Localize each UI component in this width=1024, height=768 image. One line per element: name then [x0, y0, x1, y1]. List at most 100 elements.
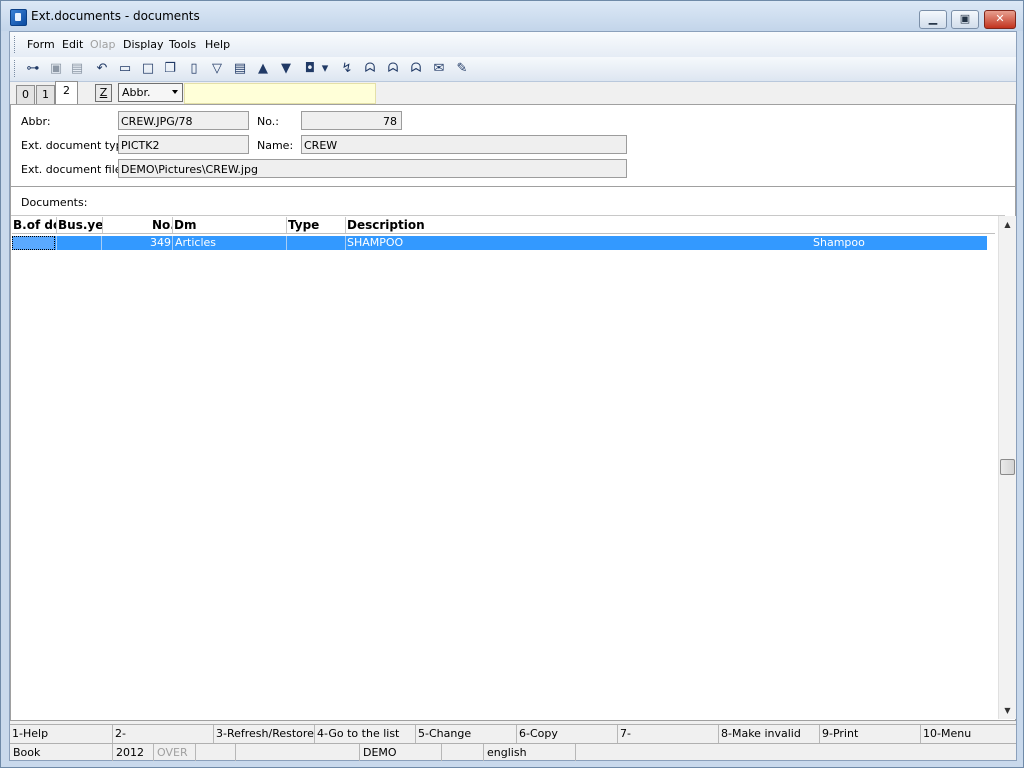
undo-icon[interactable]: ↶ [93, 60, 111, 78]
column-divider[interactable] [286, 217, 287, 233]
sort-combo-value: Abbr. [122, 86, 151, 99]
col-no-header[interactable]: No. [152, 218, 172, 232]
cell-divider [172, 236, 173, 250]
tab-0[interactable]: 0 [16, 85, 35, 104]
chevron-down-icon [172, 90, 178, 94]
filter-list-icon[interactable]: ▤ [231, 60, 249, 78]
ext-doc-file-field[interactable]: DEMO\Pictures\CREW.jpg [118, 159, 627, 178]
menu-help[interactable]: Help [205, 38, 230, 51]
status-database: DEMO [360, 744, 442, 761]
title-bar[interactable]: Ext.documents - documents ▁ ▣ ✕ [1, 1, 1023, 31]
status-year: 2012 [113, 744, 154, 761]
abbr-field[interactable]: CREW.JPG/78 [118, 111, 249, 130]
toolbar: ⊶ ▣ ▤ ↶ ▭ □ ❐ ▯ ▽ ▤ ▲ ▼ ◘ ▾ ↯ ᗣ ᗣ ᗣ ✉ ✎ [10, 57, 1016, 82]
cell-no[interactable]: 349 [103, 236, 171, 250]
toolbar-grip[interactable] [14, 60, 18, 77]
save-as-icon[interactable]: ▤ [68, 60, 86, 78]
menu-tools[interactable]: Tools [169, 38, 196, 51]
status-mode: OVER [154, 744, 196, 761]
abbr-label: Abbr: [21, 115, 51, 128]
close-button[interactable]: ✕ [984, 10, 1016, 29]
column-divider[interactable] [56, 217, 57, 233]
sort-combo[interactable]: Abbr. [118, 83, 183, 102]
cell-description[interactable]: SHAMPOO [347, 236, 647, 250]
cell-divider [286, 236, 287, 250]
tab-1[interactable]: 1 [36, 85, 55, 104]
arrow-down-icon[interactable]: ▼ [277, 60, 295, 78]
fkey-2[interactable]: 2- [113, 725, 214, 743]
cell-bofd[interactable] [12, 236, 55, 250]
search-input[interactable] [184, 83, 376, 104]
copy-icon[interactable]: ❐ [161, 60, 179, 78]
arrow-up-icon[interactable]: ▲ [254, 60, 272, 78]
vertical-scrollbar[interactable]: ▲ ▼ [998, 216, 1016, 719]
col-busyear-header[interactable]: Bus.ye [58, 218, 102, 232]
menu-form[interactable]: Form [27, 38, 55, 51]
open-folder-icon[interactable]: ▭ [116, 60, 134, 78]
cell-divider [56, 236, 57, 250]
mail-icon[interactable]: ✉ [430, 60, 448, 78]
minimize-button[interactable]: ▁ [919, 10, 947, 29]
status-bar: Book 2012 OVER DEMO english [10, 743, 1016, 761]
documents-label: Documents: [21, 196, 88, 209]
fkey-3[interactable]: 3-Refresh/Restore [214, 725, 315, 743]
fkey-6[interactable]: 6-Copy [517, 725, 618, 743]
table-row[interactable]: 349 Articles SHAMPOO Shampoo [12, 236, 987, 250]
menu-display[interactable]: Display [123, 38, 164, 51]
fkey-1[interactable]: 1-Help [10, 725, 113, 743]
menu-olap: Olap [90, 38, 116, 51]
col-type-header[interactable]: Type [288, 218, 343, 232]
tree-icon[interactable]: ⊶ [24, 60, 42, 78]
documents-grid[interactable]: B.of do Bus.ye No. Dm Type Description [11, 215, 1016, 720]
col-dm-header[interactable]: Dm [174, 218, 284, 232]
new-document-icon[interactable]: □ [139, 60, 157, 78]
save-icon[interactable]: ▣ [47, 60, 65, 78]
no-label: No.: [257, 115, 279, 128]
fkey-4[interactable]: 4-Go to the list [315, 725, 416, 743]
grid-header: B.of do Bus.ye No. Dm Type Description [12, 217, 995, 234]
column-divider[interactable] [345, 217, 346, 233]
scroll-thumb[interactable] [1000, 459, 1015, 475]
find-next-icon[interactable]: ᗣ [384, 60, 402, 78]
ext-doc-type-field[interactable]: PICTK2 [118, 135, 249, 154]
name-label: Name: [257, 139, 294, 152]
column-divider[interactable] [172, 217, 173, 233]
menu-edit[interactable]: Edit [62, 38, 83, 51]
import-icon[interactable]: ↯ [338, 60, 356, 78]
book-icon[interactable]: ▯ [185, 60, 203, 78]
maximize-button[interactable]: ▣ [951, 10, 979, 29]
camera-icon[interactable]: ◘ [301, 60, 319, 78]
minimize-icon: ▁ [928, 12, 938, 25]
menu-grip[interactable] [14, 36, 18, 53]
status-language: english [484, 744, 576, 761]
name-field[interactable]: CREW [301, 135, 627, 154]
cell-divider [345, 236, 346, 250]
col-description-header[interactable]: Description [347, 218, 647, 232]
scroll-down-icon[interactable]: ▼ [999, 702, 1016, 719]
status-cell [196, 744, 236, 761]
filter-icon[interactable]: ▽ [208, 60, 226, 78]
divider [11, 186, 1015, 187]
tab-strip: 0 1 2 Z Abbr. [10, 81, 1016, 105]
window-title: Ext.documents - documents [31, 9, 200, 23]
fkey-8[interactable]: 8-Make invalid [719, 725, 820, 743]
fkey-9[interactable]: 9-Print [820, 725, 921, 743]
cell-extra[interactable]: Shampoo [813, 236, 933, 250]
binoculars-icon[interactable]: ᗣ [361, 60, 379, 78]
form-content: Abbr: CREW.JPG/78 No.: 78 Ext. document … [10, 104, 1016, 721]
fkey-10[interactable]: 10-Menu [921, 725, 1016, 743]
cell-busyear[interactable] [58, 236, 100, 250]
find-prev-icon[interactable]: ᗣ [407, 60, 425, 78]
cell-type[interactable] [288, 236, 343, 250]
notepad-icon[interactable]: ✎ [453, 60, 471, 78]
col-bofd-header[interactable]: B.of do [13, 218, 56, 232]
fkey-5[interactable]: 5-Change [416, 725, 517, 743]
fkey-7[interactable]: 7- [618, 725, 719, 743]
tab-2[interactable]: 2 [55, 81, 78, 104]
no-field[interactable]: 78 [301, 111, 402, 130]
z-button[interactable]: Z [95, 84, 112, 102]
scroll-up-icon[interactable]: ▲ [999, 216, 1016, 233]
column-divider[interactable] [102, 217, 103, 233]
dropdown-arrow-icon[interactable]: ▾ [320, 60, 330, 78]
cell-dm[interactable]: Articles [175, 236, 285, 250]
